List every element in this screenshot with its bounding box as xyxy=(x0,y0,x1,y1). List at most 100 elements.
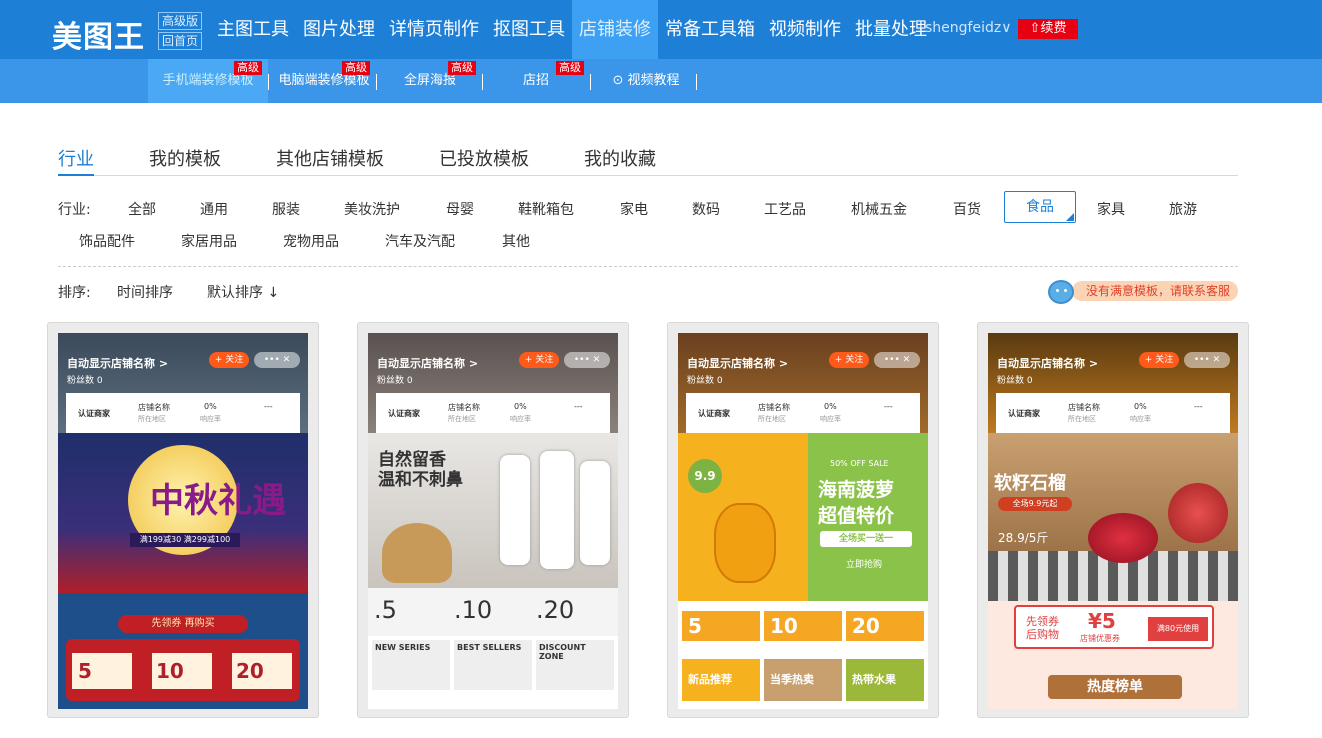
shop-info-strip: 认证商家 店铺名称 所在地区 0% 响应率 --- xyxy=(66,393,300,433)
industry-other[interactable]: 其他 xyxy=(502,231,530,251)
shop-name: 自动显示店铺名称 > xyxy=(687,357,789,370)
follow-button: + 关注 xyxy=(1139,352,1179,368)
coupon-row: .5 .10 .20 xyxy=(368,588,618,636)
subnav-mobile-label: 手机端装修模板 xyxy=(162,73,254,88)
template-card[interactable]: 自动显示店铺名称 > 粉丝数 0 + 关注 ••• ✕ 认证商家 店铺名称 所在… xyxy=(357,322,629,718)
banner-title: 软籽石榴 xyxy=(994,473,1066,494)
tab-published-templates[interactable]: 已投放模板 xyxy=(439,145,529,176)
shop-header-preview: 自动显示店铺名称 > 粉丝数 0 + 关注 ••• ✕ 认证商家 店铺名称 所在… xyxy=(678,333,928,433)
shop-info-strip: 认证商家 店铺名称 所在地区 0% 响应率 --- xyxy=(996,393,1230,433)
industry-general-merch[interactable]: 百货 xyxy=(953,199,981,219)
template-card[interactable]: 自动显示店铺名称 > 粉丝数 0 + 关注 ••• ✕ 认证商家 店铺名称 所在… xyxy=(977,322,1249,718)
industry-food[interactable]: 食品 xyxy=(1004,191,1076,223)
subnav-fullscreen-poster[interactable]: 全屏海报 高级 xyxy=(392,59,476,103)
fans-count: 粉丝数 0 xyxy=(997,376,1033,386)
shop-name: 自动显示店铺名称 > xyxy=(997,357,1099,370)
industry-home[interactable]: 家居用品 xyxy=(181,231,237,251)
version-badges: 高级版 回首页 xyxy=(158,12,202,52)
shop-info-strip: 认证商家 店铺名称 所在地区 0% 响应率 --- xyxy=(376,393,610,433)
chevron-down-icon: ∨ xyxy=(1001,20,1012,36)
nav-detail-page[interactable]: 详情页制作 xyxy=(382,0,486,59)
sort-default[interactable]: 默认排序 ↓ xyxy=(207,282,279,302)
pro-badge: 高级 xyxy=(342,61,370,75)
more-icon: ••• ✕ xyxy=(564,352,610,368)
pineapple-image: 9.9 xyxy=(678,433,808,601)
brand-logo[interactable]: 美图王 xyxy=(52,12,145,56)
industry-shoes-bags[interactable]: 鞋靴箱包 xyxy=(518,199,574,219)
more-icon: ••• ✕ xyxy=(874,352,920,368)
more-icon: ••• ✕ xyxy=(254,352,300,368)
industry-pets[interactable]: 宠物用品 xyxy=(283,231,339,251)
industry-clothing[interactable]: 服装 xyxy=(272,199,300,219)
nav-main-image-tool[interactable]: 主图工具 xyxy=(210,0,296,59)
subnav-poster-label: 全屏海报 xyxy=(403,73,456,88)
industry-accessories[interactable]: 饰品配件 xyxy=(79,231,135,251)
template-thumbnail: 自动显示店铺名称 > 粉丝数 0 + 关注 ••• ✕ 认证商家 店铺名称 所在… xyxy=(678,333,928,709)
subnav-video-tutorial[interactable]: ⊙ 视频教程 xyxy=(606,59,686,103)
divider xyxy=(376,74,377,90)
subnav-video-label: 视频教程 xyxy=(627,73,680,88)
renew-button[interactable]: ⇧续费 xyxy=(1018,19,1078,39)
subnav-mobile-templates[interactable]: 手机端装修模板 高级 xyxy=(148,59,268,103)
template-card[interactable]: 自动显示店铺名称 > 粉丝数 0 + 关注 ••• ✕ 认证商家 店铺名称 所在… xyxy=(47,322,319,718)
renew-label: 续费 xyxy=(1040,21,1067,36)
shop-header-preview: 自动显示店铺名称 > 粉丝数 0 + 关注 ••• ✕ 认证商家 店铺名称 所在… xyxy=(368,333,618,433)
follow-button: + 关注 xyxy=(519,352,559,368)
fans-count: 粉丝数 0 xyxy=(687,376,723,386)
category-row: 新品推荐 当季热卖 热带水果 xyxy=(678,651,928,709)
industry-auto[interactable]: 汽车及汽配 xyxy=(385,231,455,251)
nav-shop-decoration[interactable]: 店铺装修 xyxy=(572,0,658,59)
industry-hardware[interactable]: 机械五金 xyxy=(851,199,907,219)
template-tabs: 行业 我的模板 其他店铺模板 已投放模板 我的收藏 xyxy=(58,145,1238,176)
divider xyxy=(590,74,591,90)
nav-image-process[interactable]: 图片处理 xyxy=(296,0,382,59)
industry-digital[interactable]: 数码 xyxy=(692,199,720,219)
banner-subtitle: 超值特价 xyxy=(818,505,895,527)
banner-title: 海南菠萝 xyxy=(818,479,895,501)
industry-general[interactable]: 通用 xyxy=(200,199,228,219)
shop-header-preview: 自动显示店铺名称 > 粉丝数 0 + 关注 ••• ✕ 认证商家 店铺名称 所在… xyxy=(988,333,1238,433)
fans-count: 粉丝数 0 xyxy=(67,376,103,386)
nav-cutout-tool[interactable]: 抠图工具 xyxy=(486,0,572,59)
divider xyxy=(482,74,483,90)
sort-by-time[interactable]: 时间排序 xyxy=(117,282,173,302)
industry-label: 行业: xyxy=(58,202,91,218)
arrow-down-icon: ↓ xyxy=(267,285,280,301)
support-label: 没有满意模板，请联系客服 xyxy=(1086,284,1231,298)
coupon-section: 先领券 后购物 ¥5 店铺优惠券 满80元使用 热度榜单 xyxy=(988,601,1238,709)
tab-favorites[interactable]: 我的收藏 xyxy=(584,145,656,176)
nav-batch[interactable]: 批量处理 xyxy=(848,0,934,59)
industry-furniture[interactable]: 家具 xyxy=(1097,199,1125,219)
user-menu[interactable]: shengfeidz∨ xyxy=(925,20,1011,36)
industry-all[interactable]: 全部 xyxy=(128,199,156,219)
subnav-pc-templates[interactable]: 电脑端装修模板 高级 xyxy=(272,59,376,103)
nav-video[interactable]: 视频制作 xyxy=(762,0,848,59)
subnav-shop-sign[interactable]: 店招 高级 xyxy=(508,59,584,103)
follow-button: + 关注 xyxy=(209,352,249,368)
industry-beauty[interactable]: 美妆洗护 xyxy=(344,199,400,219)
tab-industry[interactable]: 行业 xyxy=(58,145,94,176)
sort-default-label: 默认排序 xyxy=(207,285,263,301)
coupon-row: 5 10 20 xyxy=(678,601,928,651)
industry-baby[interactable]: 母婴 xyxy=(446,199,474,219)
category-row: NEW SERIES BEST SELLERS DISCOUNT ZONE xyxy=(368,636,618,709)
tab-other-shop-templates[interactable]: 其他店铺模板 xyxy=(276,145,384,176)
shop-name: 自动显示店铺名称 > xyxy=(67,357,169,370)
pro-version-badge: 高级版 xyxy=(158,12,202,30)
nav-toolbox[interactable]: 常备工具箱 xyxy=(658,0,762,59)
industry-appliance[interactable]: 家电 xyxy=(620,199,648,219)
template-card[interactable]: 自动显示店铺名称 > 粉丝数 0 + 关注 ••• ✕ 认证商家 店铺名称 所在… xyxy=(667,322,939,718)
mid-autumn-banner: 中秋礼遇 满199减30 满299减100 xyxy=(58,433,308,593)
more-icon: ••• ✕ xyxy=(1184,352,1230,368)
sort-label: 排序: xyxy=(58,285,91,301)
pineapple-promo: 50% OFF SALE 海南菠萝 超值特价 全场买一送一 立即抢购 xyxy=(808,433,928,601)
fans-count: 粉丝数 0 xyxy=(377,376,413,386)
home-link[interactable]: 回首页 xyxy=(158,32,202,50)
tab-my-templates[interactable]: 我的模板 xyxy=(149,145,221,176)
industry-travel[interactable]: 旅游 xyxy=(1169,199,1197,219)
banner-subtitle: 温和不刺鼻 xyxy=(378,470,463,490)
follow-button: + 关注 xyxy=(829,352,869,368)
template-thumbnail: 自动显示店铺名称 > 粉丝数 0 + 关注 ••• ✕ 认证商家 店铺名称 所在… xyxy=(368,333,618,709)
industry-crafts[interactable]: 工艺品 xyxy=(764,199,806,219)
shop-header-preview: 自动显示店铺名称 > 粉丝数 0 + 关注 ••• ✕ 认证商家 店铺名称 所在… xyxy=(58,333,308,433)
